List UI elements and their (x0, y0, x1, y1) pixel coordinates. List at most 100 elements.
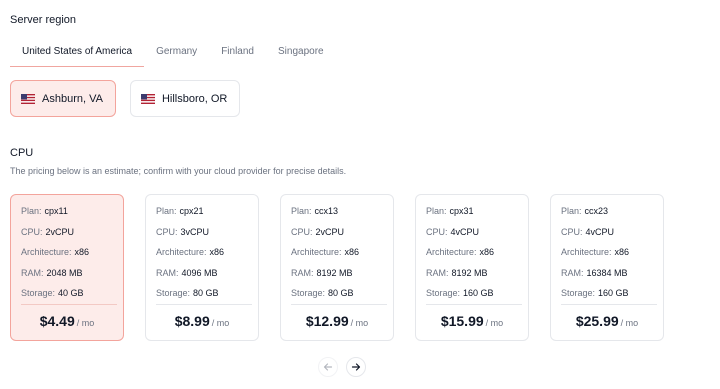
plan-card[interactable]: Plan: cpx11 CPU: 2vCPU Architecture: x86 RA… (10, 194, 124, 341)
location-hillsboro-button[interactable]: Hillsboro, OR (129, 80, 241, 117)
price: $4.49/ mo (21, 313, 113, 331)
plan-value: cpx31 (449, 206, 474, 216)
ram-label: RAM: (21, 267, 44, 278)
architecture-value: x86 (614, 247, 630, 258)
plan-value: cpx21 (179, 206, 204, 216)
cpu-row: CPU: 4vCPU (561, 225, 653, 246)
tab-united-states[interactable]: United States of America (10, 38, 145, 67)
divider (156, 303, 252, 305)
plan-label: Plan: (21, 206, 42, 216)
location-label: Ashburn, VA (42, 92, 103, 105)
ram-label: RAM: (426, 267, 449, 278)
divider (561, 303, 657, 305)
cpu-label: CPU: (426, 226, 448, 237)
architecture-value: x86 (74, 247, 90, 258)
price-amount: $4.49 (39, 312, 75, 329)
divider (21, 303, 117, 305)
plan-row: Plan: cpx21 (156, 204, 248, 225)
previous-page-button[interactable] (318, 357, 338, 377)
tab-singapore[interactable]: Singapore (266, 38, 336, 67)
cpu-label: CPU: (561, 226, 583, 237)
storage-label: Storage: (21, 288, 56, 299)
storage-value: 80 GB (193, 288, 219, 299)
storage-value: 160 GB (463, 288, 494, 299)
architecture-value: x86 (479, 247, 495, 258)
ram-value: 16384 MB (586, 267, 628, 278)
plan-value: ccx13 (314, 206, 339, 216)
storage-value: 80 GB (328, 288, 354, 299)
price-amount: $8.99 (174, 312, 210, 329)
price-period: / mo (211, 317, 230, 328)
ram-row: RAM: 16384 MB (561, 266, 653, 287)
ram-label: RAM: (291, 267, 314, 278)
cpu-value: 2vCPU (45, 226, 75, 237)
ram-value: 4096 MB (181, 267, 218, 278)
us-flag-icon (140, 93, 155, 104)
plan-label: Plan: (291, 206, 312, 216)
storage-value: 40 GB (58, 288, 84, 299)
storage-label: Storage: (156, 288, 191, 299)
architecture-label: Architecture: (21, 247, 72, 258)
plan-row: Plan: ccx13 (291, 204, 383, 225)
plan-value: cpx11 (44, 206, 68, 216)
ram-row: RAM: 2048 MB (21, 266, 113, 287)
architecture-row: Architecture: x86 (426, 245, 518, 266)
cpu-title: CPU (10, 147, 34, 159)
plan-label: Plan: (426, 206, 447, 216)
storage-value: 160 GB (598, 288, 629, 299)
plan-card[interactable]: Plan: ccx13 CPU: 2vCPU Architecture: x86 RA… (280, 194, 394, 341)
price-amount: $12.99 (305, 312, 349, 329)
tab-germany[interactable]: Germany (144, 38, 209, 67)
region-locations: Ashburn, VA Hillsboro, OR (10, 80, 241, 117)
price-period: / mo (485, 317, 504, 328)
ram-row: RAM: 4096 MB (156, 266, 248, 287)
arrow-right-icon (351, 363, 361, 371)
cpu-row: CPU: 3vCPU (156, 225, 248, 246)
architecture-label: Architecture: (156, 247, 207, 258)
us-flag-icon (21, 93, 35, 104)
storage-label: Storage: (291, 288, 326, 299)
server-region-title: Server region (10, 14, 77, 26)
price-period: / mo (620, 317, 639, 328)
cpu-value: 4vCPU (585, 226, 615, 237)
arrow-left-icon (323, 363, 333, 371)
plan-row: Plan: ccx23 (561, 204, 653, 225)
ram-label: RAM: (561, 267, 584, 278)
storage-label: Storage: (426, 288, 461, 299)
pricing-note: The pricing below is an estimate; confir… (10, 166, 347, 176)
architecture-row: Architecture: x86 (156, 245, 248, 266)
plan-value: ccx23 (584, 206, 609, 216)
location-ashburn-button[interactable]: Ashburn, VA (10, 80, 116, 117)
cpu-value: 2vCPU (315, 226, 345, 237)
price-amount: $25.99 (575, 312, 619, 329)
ram-value: 2048 MB (46, 267, 83, 278)
ram-value: 8192 MB (451, 267, 488, 278)
price: $12.99/ mo (291, 313, 383, 331)
divider (291, 303, 387, 305)
architecture-label: Architecture: (291, 247, 342, 258)
ram-value: 8192 MB (316, 267, 353, 278)
ram-row: RAM: 8192 MB (426, 266, 518, 287)
plan-card[interactable]: Plan: ccx23 CPU: 4vCPU Architecture: x86 RA… (550, 194, 664, 341)
price-period: / mo (76, 317, 95, 328)
region-tabs: United States of America Germany Finland… (10, 38, 336, 67)
storage-label: Storage: (561, 288, 596, 299)
architecture-row: Architecture: x86 (561, 245, 653, 266)
cpu-label: CPU: (156, 226, 178, 237)
plan-label: Plan: (156, 206, 177, 216)
cpu-value: 3vCPU (180, 226, 210, 237)
cpu-label: CPU: (291, 226, 313, 237)
price: $25.99/ mo (561, 313, 653, 331)
ram-row: RAM: 8192 MB (291, 266, 383, 287)
next-page-button[interactable] (346, 357, 366, 377)
tab-finland[interactable]: Finland (209, 38, 266, 67)
plan-card[interactable]: Plan: cpx31 CPU: 4vCPU Architecture: x86 RA… (415, 194, 529, 341)
divider (426, 303, 522, 305)
ram-label: RAM: (156, 267, 179, 278)
plan-list: Plan: cpx11 CPU: 2vCPU Architecture: x86 RA… (10, 194, 664, 341)
plan-row: Plan: cpx11 (21, 204, 113, 225)
cpu-row: CPU: 4vCPU (426, 225, 518, 246)
plan-card[interactable]: Plan: cpx21 CPU: 3vCPU Architecture: x86 RA… (145, 194, 259, 341)
architecture-row: Architecture: x86 (291, 245, 383, 266)
plan-label: Plan: (561, 206, 582, 216)
